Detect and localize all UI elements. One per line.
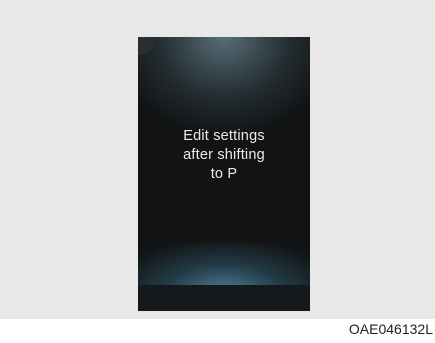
message-line-1: Edit settings [183,128,265,144]
display-top-glow [138,37,310,132]
display-bottom-strip [138,285,310,311]
message-line-3: to P [210,166,238,182]
cluster-display-screen: Edit settings after shifting to P [138,37,310,311]
figure-panel: Edit settings after shifting to P [0,0,435,319]
figure-code-label: OAE046132L [348,321,433,337]
display-message: Edit settings after shifting to P [138,127,310,184]
message-line-2: after shifting [183,147,265,163]
